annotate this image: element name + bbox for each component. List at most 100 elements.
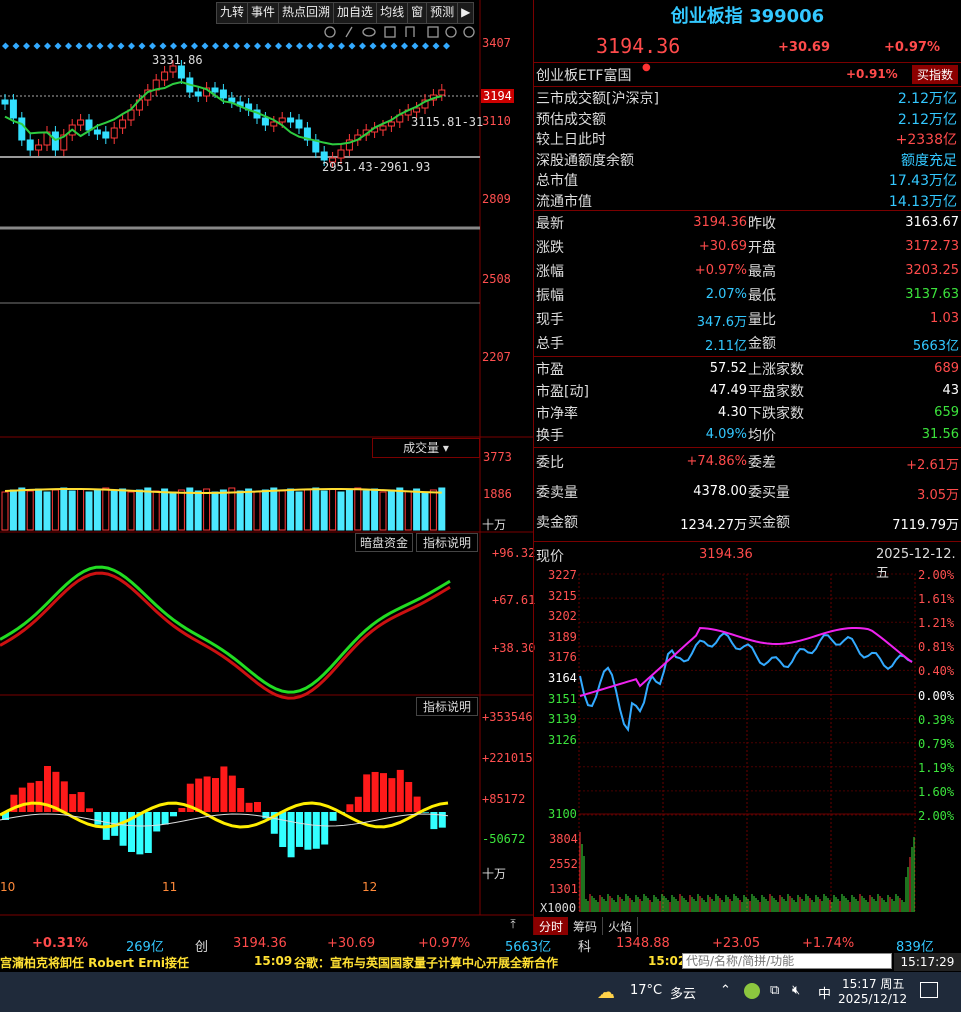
scroll-top-icon[interactable]: ⤒ <box>503 917 523 933</box>
weather-cloud-icon[interactable]: ☁ <box>597 982 623 1003</box>
hand-icon[interactable] <box>405 26 415 37</box>
volume-bar <box>194 490 202 531</box>
tab-chips[interactable]: 筹码 <box>568 917 604 936</box>
macd-bar <box>354 796 362 812</box>
candle-body <box>278 117 286 123</box>
volume-bar <box>219 489 227 531</box>
ticker-change: +23.05 <box>712 936 761 951</box>
quote-value: +2.61万 <box>906 458 959 473</box>
signal-diamond <box>54 42 62 50</box>
tray-app-icon[interactable] <box>744 983 760 999</box>
ticker-bar: +0.31% 269亿 创 3194.36 +30.69 +0.97% 5663… <box>0 935 961 955</box>
signal-diamond <box>170 42 177 50</box>
weather-desc[interactable]: 多云 <box>670 983 696 1002</box>
toolbar-item-moving-average[interactable]: 均线 <box>377 3 409 23</box>
volume-bar <box>68 490 76 531</box>
macd-bar <box>371 771 379 812</box>
volume-bar <box>135 489 143 531</box>
trash-icon[interactable] <box>427 26 439 38</box>
stat-label: 深股通额度余额 <box>536 152 634 169</box>
macd-bar <box>195 778 203 812</box>
intraday-chart[interactable] <box>534 566 961 916</box>
volume-bar <box>404 490 412 531</box>
signal-diamond <box>96 42 104 50</box>
tray-expand-icon[interactable]: ⌃ <box>720 983 731 998</box>
signal-diamond <box>191 42 198 50</box>
macd-bar <box>245 802 253 812</box>
volume-bar <box>1 491 9 531</box>
toolbar-item-events[interactable]: 事件 <box>248 3 280 23</box>
taskbar-time[interactable]: 15:17 周五 <box>842 975 904 992</box>
quote-value: 2.07% <box>705 287 747 302</box>
quote-value: 7119.79万 <box>892 518 959 533</box>
quote-label: 昨收 <box>748 216 776 232</box>
breadth-table: 市盈 57.52 上涨家数 689 市盈[动] 47.49 平盘家数 43 市净率 4.30 下跌家… <box>534 359 961 447</box>
dark-pool-button[interactable]: 暗盘资金 <box>355 533 413 552</box>
settings-icon[interactable] <box>324 26 336 38</box>
separator <box>534 210 961 211</box>
volume-bar <box>379 491 387 531</box>
macd-bar <box>254 802 261 812</box>
weather-temp[interactable]: 17°C <box>630 983 662 998</box>
lock-icon[interactable] <box>384 26 396 38</box>
etf-name[interactable]: 创业板ETF富国 <box>536 65 631 85</box>
kline-chart-panel[interactable]: 九转 事件 热点回溯 加自选 均线 窗 预测 ▶ 3407 3194 3110 … <box>0 0 535 935</box>
notification-icon[interactable] <box>920 982 938 998</box>
volume-bars <box>1 487 446 531</box>
taskbar-date[interactable]: 2025/12/12 <box>838 992 907 1006</box>
news-item[interactable]: 谷歌：宣布与英国国家量子计算中心开展全新合作 <box>294 954 558 971</box>
tab-intraday[interactable]: 分时 <box>534 917 569 936</box>
stat-row: 总市值 17.43万亿 <box>534 170 961 192</box>
search-input[interactable] <box>682 953 892 969</box>
candle-body <box>337 149 345 159</box>
macd-bar <box>380 773 387 812</box>
intraday-vol-label: 1301 <box>549 882 578 896</box>
kline-chart[interactable] <box>0 0 533 935</box>
toolbar-item-add-favorite[interactable]: 加自选 <box>334 3 378 23</box>
toolbar-item-hot-review[interactable]: 热点回溯 <box>279 3 335 23</box>
quote-label: 最低 <box>748 288 776 304</box>
index-name: 创业板指 <box>670 6 743 27</box>
news-time: 15:02 <box>648 954 687 968</box>
toolbar-item-window[interactable]: 窗 <box>408 3 428 23</box>
indicator-help-button-2[interactable]: 指标说明 <box>416 697 478 716</box>
tab-flame[interactable]: 火焰 <box>603 917 639 936</box>
ime-indicator[interactable]: 中 <box>818 983 831 1002</box>
news-item[interactable]: 宫澝柏克将卸任 Robert Erni接任 <box>0 954 189 971</box>
macd-bar <box>405 781 413 812</box>
signal-diamond <box>432 42 440 50</box>
toolbar-item-jiuzhuan[interactable]: 九转 <box>217 3 249 23</box>
etf-row[interactable]: 创业板ETF富国 ● +0.91% 买指数 <box>534 62 961 86</box>
ticker-pct: +0.97% <box>418 936 471 951</box>
toolbar-item-forecast[interactable]: 预测 <box>427 3 459 23</box>
volume-selector[interactable]: 成交量 ▾ <box>372 438 480 458</box>
quote-label: 量比 <box>748 312 776 328</box>
vol-y-label: 3773 <box>483 450 512 464</box>
candles <box>1 60 446 168</box>
intraday-pct-label: 1.21% <box>918 616 955 631</box>
zoom-out-icon[interactable] <box>463 26 475 38</box>
draw-icon[interactable] <box>345 26 353 38</box>
intraday-pct-label: 2.00% <box>918 568 955 582</box>
zoom-in-icon[interactable] <box>445 26 457 38</box>
quote-value: +30.69 <box>698 239 747 254</box>
stat-value: +2338亿 <box>895 132 957 148</box>
intraday-y-label: 3139 <box>548 712 577 727</box>
signal-diamond <box>359 42 366 50</box>
network-icon[interactable]: ⧉ <box>770 983 779 998</box>
indicator-help-button[interactable]: 指标说明 <box>416 533 478 552</box>
eye-icon[interactable] <box>362 27 376 37</box>
volume-bar <box>261 489 269 531</box>
signal-diamond <box>243 42 251 50</box>
volume-bar <box>152 490 160 531</box>
buy-index-button[interactable]: 买指数 <box>912 65 959 84</box>
volume-mute-icon[interactable]: 🔇︎ <box>792 983 800 998</box>
stat-value: 2.12万亿 <box>897 111 957 128</box>
signal-diamond <box>180 42 188 50</box>
toolbar-collapse-icon[interactable]: ▶ <box>458 3 473 23</box>
intraday-pct-label: 2.00% <box>918 809 955 823</box>
volume-bar <box>345 489 353 531</box>
volume-bar <box>354 487 362 531</box>
intraday-pct-label: 0.00% <box>918 688 955 703</box>
quote-value: 3.05万 <box>917 488 959 503</box>
